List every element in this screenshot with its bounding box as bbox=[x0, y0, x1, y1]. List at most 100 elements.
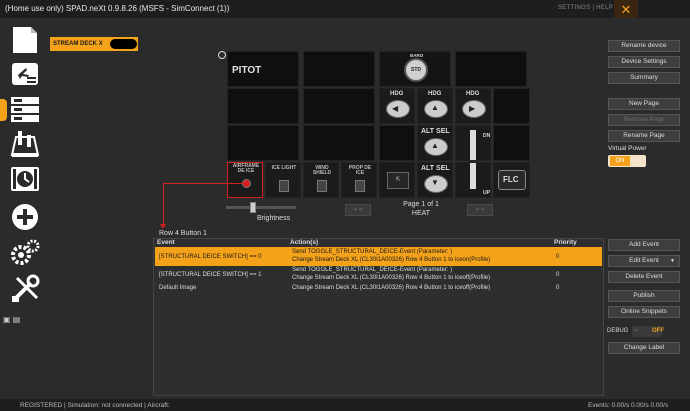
key-r2c1[interactable] bbox=[227, 88, 299, 124]
key-r3c6[interactable] bbox=[493, 125, 530, 161]
connector-arrow-icon bbox=[160, 224, 166, 229]
key-r3c2[interactable] bbox=[303, 125, 375, 161]
brightness-slider-thumb[interactable] bbox=[250, 202, 256, 213]
key-r3c3[interactable] bbox=[379, 125, 415, 161]
key-label-up: UP bbox=[483, 190, 490, 196]
key-r4c4-prop-deice[interactable]: PROP DE ICE bbox=[341, 162, 377, 198]
key-r1c4[interactable] bbox=[455, 51, 527, 87]
key-r1c1-pitot[interactable]: PITOT bbox=[227, 51, 299, 87]
key-label-dn: DN bbox=[483, 133, 491, 139]
prev-page-button[interactable]: « « bbox=[345, 204, 371, 216]
sidebar-active-marker bbox=[0, 99, 7, 121]
virtual-power-label: Virtual Power bbox=[608, 145, 647, 152]
page-name: HEAT bbox=[411, 210, 431, 217]
chevron-down-icon: ▼ bbox=[670, 258, 675, 264]
back-arrow-icon: ⇱ bbox=[387, 172, 409, 189]
action-line: Change Stream Deck XL (CL30I1A00326) Row… bbox=[292, 275, 491, 281]
remove-page-button[interactable]: Remove Page bbox=[608, 114, 680, 126]
connector-line-horizontal bbox=[163, 183, 245, 184]
vs-wheel bbox=[470, 130, 476, 160]
key-r3c5-dn-up[interactable]: DN bbox=[455, 125, 491, 161]
debug-state: OFF bbox=[652, 328, 664, 334]
brightness-slider-track[interactable] bbox=[226, 206, 296, 209]
edit-event-button[interactable]: Edit Event ▼ bbox=[608, 255, 680, 267]
action-line: Send TOGGLE_STRUCTURAL_DEICE-Event (Para… bbox=[292, 249, 453, 255]
key-r1c3-baro[interactable]: BARO STD bbox=[379, 51, 451, 87]
key-r4c7-vs-wheel[interactable]: UP bbox=[455, 162, 491, 198]
settings-help-links[interactable]: SETTINGS | HELP bbox=[558, 5, 613, 11]
column-header-actions[interactable]: Action(s) bbox=[290, 239, 318, 246]
action-line: Send TOGGLE_STRUCTURAL_DEICE-Event (Para… bbox=[292, 267, 453, 273]
key-label-std: STD bbox=[411, 67, 421, 73]
arrow-left-icon: ◀ bbox=[392, 104, 399, 113]
event-condition: [STRUCTURAL DEICE SWITCH] == 0 bbox=[159, 254, 262, 260]
arrow-down-icon: ▼ bbox=[431, 178, 439, 187]
event-condition: Default Image bbox=[159, 285, 197, 291]
rename-page-button[interactable]: Rename Page bbox=[608, 130, 680, 142]
table-row[interactable]: [STRUCTURAL DEICE SWITCH] == 1 Send TOGG… bbox=[155, 265, 602, 284]
rename-device-button[interactable]: Rename device bbox=[608, 40, 680, 52]
action-line: Change Stream Deck XL (CL30I1A00326) Row… bbox=[292, 285, 491, 291]
event-priority: 0 bbox=[556, 272, 560, 278]
table-row[interactable]: Default Image Change Stream Deck XL (CL3… bbox=[155, 283, 602, 293]
key-label-hdg2: HDG bbox=[428, 91, 442, 97]
key-r2c2[interactable] bbox=[303, 88, 375, 124]
device-icon[interactable] bbox=[8, 24, 42, 56]
key-label-alt-sel2: ALT SEL bbox=[421, 165, 450, 172]
key-r4c8-flc[interactable]: FLC bbox=[493, 162, 530, 198]
device-settings-button[interactable]: Device Settings bbox=[608, 56, 680, 68]
settings-gears-icon[interactable] bbox=[8, 237, 42, 269]
toggle-switch bbox=[317, 180, 327, 192]
key-r4c2-ice-light[interactable]: ICE LIGHT bbox=[265, 162, 301, 198]
debug-label: DEBUG bbox=[607, 328, 629, 334]
save-lock-icons[interactable]: ▣ ▤ bbox=[3, 315, 20, 324]
event-condition: [STRUCTURAL DEICE SWITCH] == 1 bbox=[159, 272, 262, 278]
flight-panel-icon[interactable] bbox=[8, 58, 42, 90]
key-r1c2[interactable] bbox=[303, 51, 375, 87]
multipanel-icon[interactable] bbox=[8, 163, 42, 195]
column-header-event[interactable]: Event bbox=[157, 239, 175, 246]
key-label-hdg3: HDG bbox=[466, 91, 480, 97]
virtual-power-on-state[interactable]: ON bbox=[610, 156, 630, 166]
device-tab-label: STREAM DECK X bbox=[53, 41, 103, 47]
radio-stack-icon[interactable] bbox=[8, 93, 42, 125]
key-label-alt-sel1: ALT SEL bbox=[421, 128, 450, 135]
key-r4c3-wind-shield[interactable]: WIND SHIELD bbox=[303, 162, 339, 198]
page-indicator: Page 1 of 1 bbox=[403, 201, 439, 208]
key-r4c1-airframe-deice[interactable]: AIRFRAME DE ICE bbox=[227, 162, 263, 198]
key-r2c5-hdg[interactable]: HDG ▶ bbox=[455, 88, 491, 124]
new-page-button[interactable]: New Page bbox=[608, 98, 680, 110]
next-page-button[interactable]: » » bbox=[467, 204, 493, 216]
delete-event-button[interactable]: Delete Event bbox=[608, 271, 680, 283]
summary-button[interactable]: Summary bbox=[608, 72, 680, 84]
close-button[interactable]: ✕ bbox=[614, 0, 638, 18]
table-row[interactable]: [STRUCTURAL DEICE SWITCH] == 0 Send TOGG… bbox=[155, 247, 602, 266]
power-icon[interactable] bbox=[218, 51, 226, 59]
key-r4c6-alt-sel[interactable]: ALT SEL ▼ bbox=[417, 162, 453, 198]
toggle-knob-icon: ◦◦ bbox=[634, 328, 639, 334]
add-event-button[interactable]: Add Event bbox=[608, 239, 680, 251]
key-r4c5-back[interactable]: ⇱ bbox=[379, 162, 415, 198]
online-snippets-button[interactable]: Online Snippets bbox=[608, 306, 680, 318]
key-r3c1[interactable] bbox=[227, 125, 299, 161]
column-header-priority[interactable]: Priority bbox=[554, 239, 577, 246]
key-r2c6[interactable] bbox=[493, 88, 530, 124]
key-r2c4-hdg[interactable]: HDG ▲ bbox=[417, 88, 453, 124]
publish-button[interactable]: Publish bbox=[608, 290, 680, 302]
key-r3c4-alt-sel[interactable]: ALT SEL ▲ bbox=[417, 125, 453, 161]
key-label-ice-light: ICE LIGHT bbox=[271, 165, 297, 171]
throttle-quadrant-icon[interactable] bbox=[8, 128, 42, 160]
change-label-button[interactable]: Change Label bbox=[608, 342, 680, 354]
redacted-serial bbox=[110, 39, 137, 49]
status-text-right: Events: 0.00/s 0.00/s 0.00/s bbox=[588, 402, 669, 409]
key-label-wind-shield: WIND SHIELD bbox=[312, 165, 332, 176]
key-label-airframe-deice: AIRFRAME DE ICE bbox=[232, 163, 260, 174]
tools-icon[interactable] bbox=[8, 273, 42, 305]
edit-event-label: Edit Event bbox=[629, 257, 659, 264]
add-device-icon[interactable] bbox=[8, 201, 42, 233]
arrow-up-icon: ▲ bbox=[431, 103, 439, 112]
arrow-up-icon: ▲ bbox=[431, 141, 439, 150]
vs-wheel-lower bbox=[470, 163, 476, 189]
key-r2c3-hdg[interactable]: HDG ◀ bbox=[379, 88, 415, 124]
brightness-label: Brightness bbox=[257, 215, 291, 222]
